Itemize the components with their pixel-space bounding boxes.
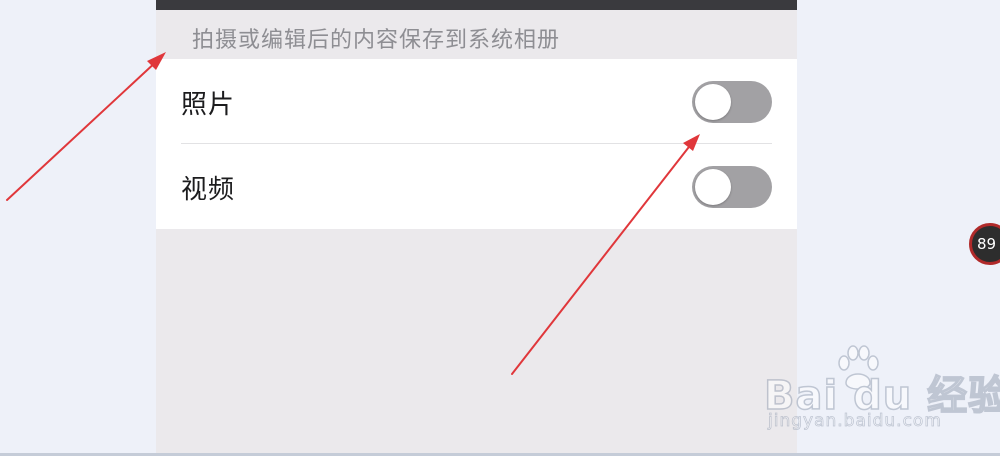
floating-badge[interactable]: 89 — [969, 223, 1000, 265]
settings-row-video[interactable]: 视频 — [156, 144, 797, 229]
settings-group: 照片 视频 — [156, 59, 797, 229]
screenshot-stage: 拍摄或编辑后的内容保存到系统相册 照片 视频 89 Bai du 经验 jing… — [0, 0, 1000, 456]
settings-screen: 拍摄或编辑后的内容保存到系统相册 照片 视频 — [156, 0, 797, 456]
row-label-video: 视频 — [181, 175, 236, 205]
toggle-knob — [695, 84, 731, 120]
toggle-knob — [695, 169, 731, 205]
watermark-url: jingyan.baidu.com — [768, 411, 942, 432]
row-label-photo: 照片 — [181, 90, 236, 120]
arrow-to-section-header — [6, 59, 159, 201]
photo-toggle[interactable] — [692, 81, 772, 123]
baidu-watermark: Bai du 经验 jingyan.baidu.com — [763, 345, 1000, 440]
section-header: 拍摄或编辑后的内容保存到系统相册 — [192, 28, 561, 53]
navigation-bar — [156, 0, 797, 10]
settings-row-photo[interactable]: 照片 — [156, 59, 797, 144]
video-toggle[interactable] — [692, 166, 772, 208]
